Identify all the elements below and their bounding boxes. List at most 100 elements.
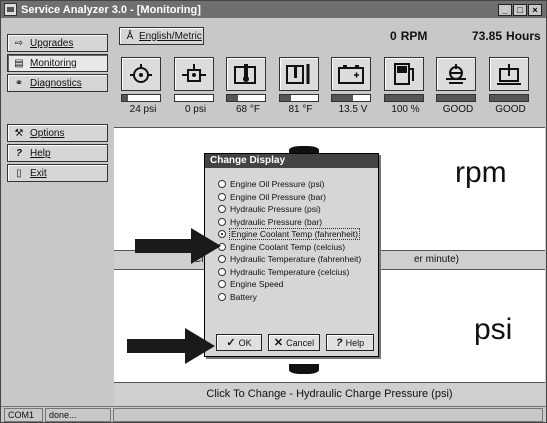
gauge-row: 24 psi 0 psi 68 °F 81 °F 13.5 V 100 % GOOD GOOD — [121, 57, 541, 121]
radio-button[interactable] — [218, 292, 226, 301]
hydraulic-temp-icon — [285, 64, 309, 84]
gauge-level-bar — [121, 94, 161, 102]
ok-button[interactable]: ✓ OK — [216, 334, 262, 351]
dialog-title: Change Display — [205, 154, 378, 168]
nav-diagnostics-button[interactable]: ⚭ Diagnostics — [7, 74, 108, 92]
display-option[interactable]: Battery — [218, 291, 368, 304]
gauge-hydraulic-pressure: 0 psi — [173, 57, 218, 121]
nav-monitoring-label: Monitoring — [30, 57, 77, 69]
gauge-button[interactable] — [278, 57, 319, 91]
hours-readout: 73.85 Hours — [472, 29, 545, 43]
display-option[interactable]: Engine Oil Pressure (psi) — [218, 178, 368, 191]
gauge-button[interactable] — [226, 57, 266, 91]
upper-unit-label: rpm — [455, 156, 507, 189]
gauge-level-bar — [226, 94, 266, 102]
nav-monitoring-button[interactable]: ▤ Monitoring — [7, 54, 108, 72]
gauge-fuel: 100 % — [383, 57, 428, 121]
engine-oil-icon — [130, 64, 152, 83]
app-icon[interactable] — [4, 3, 17, 16]
header-strip: Å English/Metric 0 RPM 73.85 Hours — [114, 20, 545, 50]
radio-button[interactable] — [218, 180, 226, 189]
radio-button[interactable] — [218, 205, 226, 214]
display-option[interactable]: Engine Coolant Temp (celcius) — [218, 241, 368, 254]
gauge-value: 24 psi — [129, 104, 157, 115]
display-option[interactable]: Hydraulic Pressure (bar) — [218, 216, 368, 229]
gauge-level-bar — [331, 94, 371, 102]
ok-label: OK — [238, 337, 252, 348]
monitoring-icon: ▤ — [14, 57, 24, 69]
nav-upgrades-button[interactable]: ⇨ Upgrades — [7, 34, 108, 52]
gauge-level-fill — [384, 95, 423, 101]
status-state: done... — [45, 408, 111, 422]
filter-status-icon — [496, 64, 521, 85]
display-option-label: Hydraulic Pressure (psi) — [230, 204, 321, 215]
nav-help-label: Help — [30, 147, 51, 159]
gauge-button[interactable] — [436, 57, 476, 91]
display-option[interactable]: Engine Speed — [218, 278, 368, 291]
maximize-button[interactable]: □ — [513, 3, 527, 16]
close-button[interactable]: × — [528, 3, 542, 16]
options-icon: ⚒ — [14, 127, 24, 139]
cancel-label: Cancel — [286, 337, 315, 348]
status-port: COM1 — [4, 408, 43, 422]
status-bar: COM1 done... — [1, 406, 546, 422]
gauge-button[interactable] — [383, 57, 424, 91]
display-option-label: Engine Oil Pressure (psi) — [230, 179, 325, 190]
gauge-value: 100 % — [391, 104, 420, 115]
cancel-button[interactable]: ✕ Cancel — [268, 334, 320, 351]
hours-value: 73.85 — [472, 29, 503, 43]
gauge-coolant-temp: 68 °F — [226, 57, 270, 121]
gauge-engine-oil: 24 psi — [121, 57, 165, 121]
display-option-label: Hydraulic Temperature (fahrenheit) — [230, 254, 362, 265]
lower-change-bar[interactable]: Click To Change - Hydraulic Charge Press… — [114, 382, 545, 405]
display-option-label: Hydraulic Pressure (bar) — [230, 216, 323, 227]
lower-unit-label: psi — [474, 313, 513, 346]
gauge-level-bar — [383, 94, 424, 102]
help-button[interactable]: ? Help — [326, 334, 374, 351]
gauge-button[interactable] — [173, 57, 214, 91]
nav-options-button[interactable]: ⚒ Options — [7, 124, 108, 142]
display-option-label: Engine Coolant Temp (fahrenheit) — [229, 228, 360, 241]
rpm-readout: 0 RPM — [390, 29, 431, 43]
gauge-value: 0 psi — [184, 104, 207, 115]
gauge-filter-status: GOOD — [488, 57, 533, 121]
gauge-value: 81 °F — [288, 104, 313, 115]
nav-upgrades-label: Upgrades — [30, 37, 74, 49]
english-metric-button[interactable]: Å English/Metric — [119, 27, 204, 45]
minimize-button[interactable]: _ — [498, 3, 512, 16]
help-label: Help — [345, 337, 365, 348]
gauge-level-fill — [437, 95, 475, 101]
fuel-icon — [393, 63, 414, 85]
radio-button[interactable] — [218, 267, 226, 276]
gauge-value: 13.5 V — [338, 104, 368, 115]
gauge-hydraulic-temp: 81 °F — [278, 57, 323, 121]
upper-bar-text-right: er minute) — [414, 254, 460, 265]
help-question-icon: ? — [15, 147, 23, 159]
arrow-pointer-ok — [127, 328, 215, 364]
gauge-level-fill — [489, 95, 528, 101]
display-option[interactable]: Hydraulic Temperature (fahrenheit) — [218, 253, 368, 266]
app-window: Service Analyzer 3.0 - [Monitoring] _ □ … — [0, 0, 547, 423]
display-option-label: Engine Oil Pressure (bar) — [230, 191, 326, 202]
display-option[interactable]: Engine Oil Pressure (bar) — [218, 191, 368, 204]
display-option[interactable]: Engine Coolant Temp (fahrenheit) — [218, 228, 368, 241]
hydraulic-pressure-icon — [181, 64, 206, 82]
cross-icon: ✕ — [273, 337, 284, 349]
gauge-button[interactable] — [488, 57, 529, 91]
radio-button[interactable] — [218, 192, 226, 201]
gauge-button[interactable] — [331, 57, 371, 91]
lower-bar-text: Click To Change - Hydraulic Charge Press… — [206, 388, 453, 400]
display-option[interactable]: Hydraulic Pressure (psi) — [218, 203, 368, 216]
rpm-unit: RPM — [400, 29, 428, 43]
exit-icon: ▯ — [16, 167, 22, 179]
nav-help-button[interactable]: ? Help — [7, 144, 108, 162]
radio-button[interactable] — [218, 280, 226, 289]
left-nav: ⇨ Upgrades ▤ Monitoring ⚭ Diagnostics ⚒ … — [3, 20, 112, 404]
nav-exit-button[interactable]: ▯ Exit — [7, 164, 108, 182]
display-option[interactable]: Hydraulic Temperature (celcius) — [218, 266, 368, 279]
gauge-button[interactable] — [121, 57, 161, 91]
title-bar: Service Analyzer 3.0 - [Monitoring] _ □ … — [1, 1, 546, 18]
gauge-value: GOOD — [442, 104, 474, 115]
filter-icon — [446, 64, 466, 84]
radio-button[interactable] — [218, 217, 226, 226]
